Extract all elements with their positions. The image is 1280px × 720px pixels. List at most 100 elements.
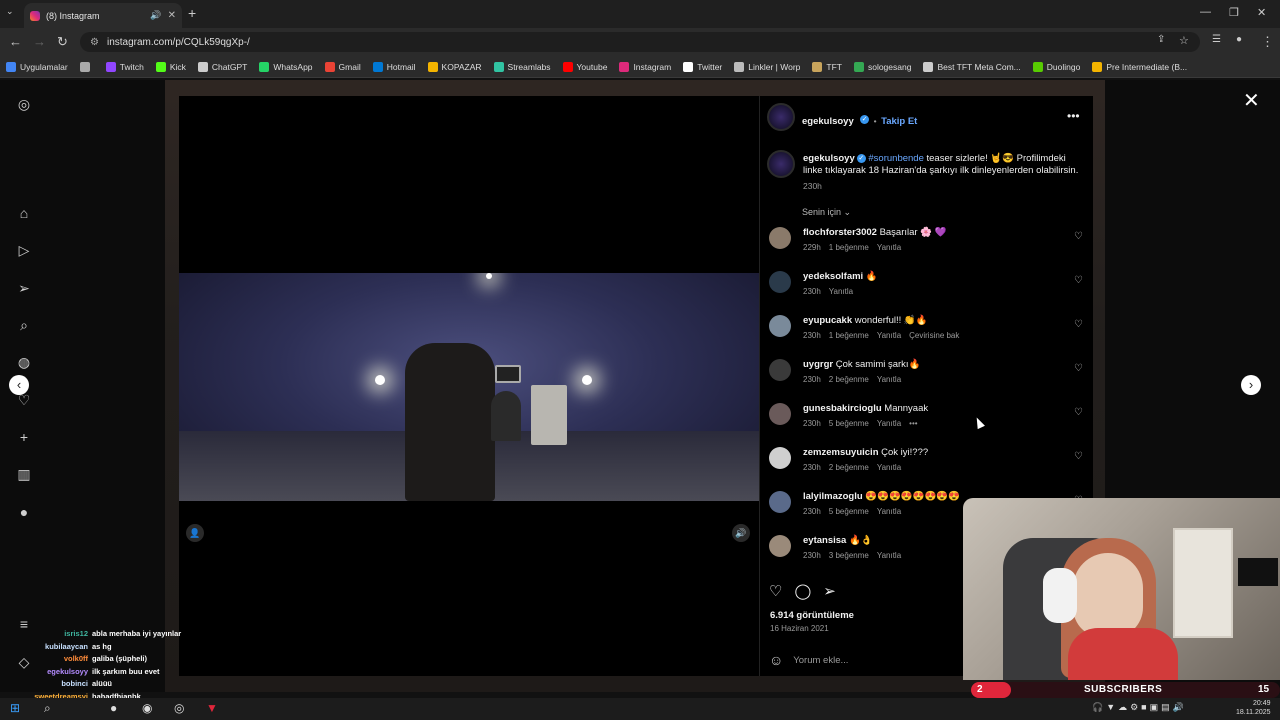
commenter-avatar[interactable] xyxy=(769,315,791,337)
comment-likes[interactable]: 5 beğenme xyxy=(829,419,869,428)
messages-icon[interactable]: ➢ xyxy=(16,280,32,296)
comment-likes[interactable]: 1 beğenme xyxy=(829,243,869,252)
comment-likes[interactable]: 2 beğenme xyxy=(829,463,869,472)
bookmark-item[interactable]: Duolingo xyxy=(1032,61,1080,72)
window-close-icon[interactable]: ✕ xyxy=(1257,6,1266,19)
explore-icon[interactable]: ◍ xyxy=(16,354,32,370)
like-heart-icon[interactable]: ♡ xyxy=(769,582,782,600)
follow-button[interactable]: Takip Et xyxy=(881,116,917,127)
tab-search-icon[interactable]: ⌄ xyxy=(6,6,14,17)
commenter-username[interactable]: flochforster3002 xyxy=(803,227,877,238)
profile-icon[interactable]: ● xyxy=(16,504,32,520)
add-comment-field[interactable]: ☺ Yorum ekle... xyxy=(769,652,848,668)
commenter-username[interactable]: eytansisa xyxy=(803,535,846,546)
reply-button[interactable]: Yanıtla xyxy=(877,507,901,516)
bookmark-item[interactable]: Instagram xyxy=(619,61,671,72)
home-icon[interactable]: ⌂ xyxy=(16,205,32,221)
comment-bubble-icon[interactable]: ◯ xyxy=(794,582,811,600)
commenter-avatar[interactable] xyxy=(769,271,791,293)
caption-avatar[interactable] xyxy=(767,150,795,178)
tagged-users-icon[interactable]: 👤 xyxy=(186,524,204,542)
bookmark-item[interactable]: Twitch xyxy=(105,61,144,72)
tab-close-icon[interactable]: ✕ xyxy=(168,10,176,21)
reply-button[interactable]: Yanıtla xyxy=(877,243,901,252)
back-icon[interactable]: ← xyxy=(9,34,22,49)
commenter-avatar[interactable] xyxy=(769,359,791,381)
mute-toggle-icon[interactable]: 🔊 xyxy=(732,524,750,542)
reply-button[interactable]: Yanıtla xyxy=(877,419,901,428)
reply-button[interactable]: Yanıtla xyxy=(877,331,901,340)
bookmark-item[interactable]: Uygulamalar xyxy=(6,61,68,72)
comment-extra[interactable]: Çevirisine bak xyxy=(909,331,959,340)
system-tray[interactable]: 🎧▼☁⚙■▣▤🔊 xyxy=(1092,702,1187,713)
profile-avatar-icon[interactable]: ● xyxy=(1236,34,1242,45)
reply-button[interactable]: Yanıtla xyxy=(877,551,901,560)
comment-like-heart-icon[interactable]: ♡ xyxy=(1074,407,1083,418)
install-icon[interactable]: ⇪ xyxy=(1157,34,1165,45)
reply-button[interactable]: Yanıtla xyxy=(829,287,853,296)
reply-button[interactable]: Yanıtla xyxy=(877,375,901,384)
taskbar-discord-icon[interactable]: ◉ xyxy=(142,701,152,715)
comment-likes[interactable]: 1 beğenme xyxy=(829,331,869,340)
bookmark-item[interactable]: Hotmail xyxy=(372,61,416,72)
bookmark-item[interactable]: Pre Intermediate (B... xyxy=(1092,61,1187,72)
instagram-logo-icon[interactable]: ◎ xyxy=(16,96,32,112)
commenter-username[interactable]: uygrgr xyxy=(803,359,833,370)
address-bar[interactable]: ⚙ instagram.com/p/CQLk59qgXp-/ xyxy=(80,32,1200,52)
bookmark-item[interactable]: Streamlabs xyxy=(493,61,551,72)
author-avatar[interactable] xyxy=(767,103,795,131)
hashtag-link[interactable]: #sorunbende xyxy=(868,153,923,164)
comment-likes[interactable]: 2 beğenme xyxy=(829,375,869,384)
commenter-avatar[interactable] xyxy=(769,447,791,469)
reply-button[interactable]: Yanıtla xyxy=(877,463,901,472)
reload-icon[interactable]: ↻ xyxy=(57,34,68,50)
bookmark-item[interactable]: Youtube xyxy=(562,61,607,72)
bookmark-item[interactable]: Twitter xyxy=(683,61,722,72)
bookmark-item[interactable]: ChatGPT xyxy=(197,61,247,72)
commenter-username[interactable]: lalyilmazoglu xyxy=(803,491,863,502)
windows-start-icon[interactable]: ⊞ xyxy=(10,701,20,715)
comment-likes[interactable]: 5 beğenme xyxy=(829,507,869,516)
dashboard-icon[interactable]: ▥ xyxy=(16,466,32,482)
reels-icon[interactable]: ▷ xyxy=(16,242,32,258)
caption-username[interactable]: egekulsoyy xyxy=(803,153,855,164)
post-options-icon[interactable]: ••• xyxy=(1067,109,1080,123)
taskbar-clock[interactable]: 20:49 18.11.2025 xyxy=(1236,699,1271,717)
restore-icon[interactable]: ❐ xyxy=(1229,6,1239,19)
comment-like-heart-icon[interactable]: ♡ xyxy=(1074,451,1083,462)
bookmark-item[interactable]: TFT xyxy=(812,61,842,72)
share-icon[interactable]: ➢ xyxy=(823,582,836,600)
bookmark-item[interactable] xyxy=(79,61,94,72)
new-tab-icon[interactable]: + xyxy=(188,5,196,21)
tab-instagram[interactable]: (8) Instagram 🔊 ✕ xyxy=(24,3,182,28)
commenter-username[interactable]: zemzemsuyuicin xyxy=(803,447,879,458)
comment-like-heart-icon[interactable]: ♡ xyxy=(1074,319,1083,330)
forward-icon[interactable]: → xyxy=(33,34,46,49)
commenter-username[interactable]: eyupucakk xyxy=(803,315,852,326)
taskbar-valorant-icon[interactable]: ▼ xyxy=(206,701,218,715)
search-icon[interactable]: ⌕ xyxy=(16,317,32,333)
commenter-username[interactable]: gunesbakircioglu xyxy=(803,403,882,414)
taskbar-app-icon[interactable]: ● xyxy=(110,701,117,715)
bookmark-item[interactable]: KOPAZAR xyxy=(427,61,482,72)
comment-like-heart-icon[interactable]: ♡ xyxy=(1074,275,1083,286)
bookmark-item[interactable]: Linkler | Worp xyxy=(734,61,800,72)
commenter-avatar[interactable] xyxy=(769,491,791,513)
emoji-icon[interactable]: ☺ xyxy=(769,652,783,668)
taskbar-obs-icon[interactable]: ◎ xyxy=(174,701,184,715)
comment-extra[interactable]: ••• xyxy=(909,419,917,428)
commenter-username[interactable]: yedeksolfami xyxy=(803,271,863,282)
taskbar-search-icon[interactable]: ⌕ xyxy=(44,701,51,716)
commenter-avatar[interactable] xyxy=(769,403,791,425)
bookmark-item[interactable]: Gmail xyxy=(324,61,361,72)
author-username[interactable]: egekulsoyy xyxy=(802,116,854,127)
close-post-icon[interactable]: ✕ xyxy=(1243,88,1260,113)
bookmark-item[interactable]: sologesang xyxy=(853,61,911,72)
minimize-icon[interactable]: — xyxy=(1200,6,1211,18)
prev-post-icon[interactable]: ‹ xyxy=(9,375,29,395)
comment-likes[interactable]: 3 beğenme xyxy=(829,551,869,560)
comment-like-heart-icon[interactable]: ♡ xyxy=(1074,231,1083,242)
bookmark-item[interactable]: Kick xyxy=(155,61,186,72)
create-icon[interactable]: + xyxy=(16,429,32,445)
commenter-avatar[interactable] xyxy=(769,535,791,557)
